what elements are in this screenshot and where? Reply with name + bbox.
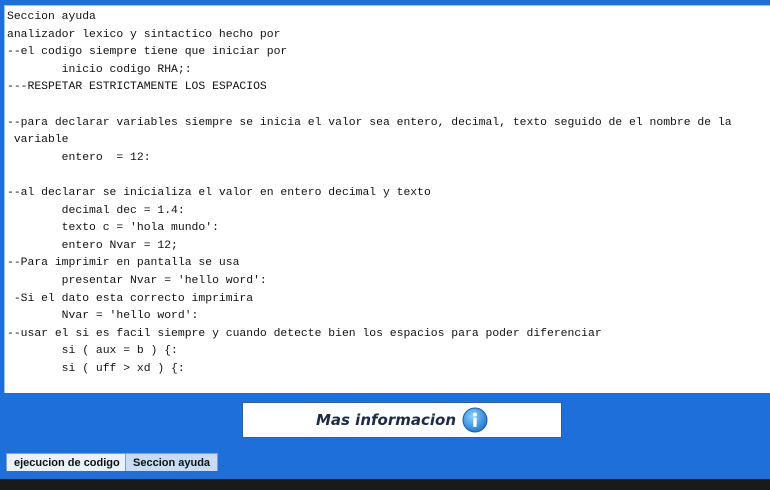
help-text-content: Seccion ayuda analizador lexico y sintac… xyxy=(7,11,732,375)
more-info-button[interactable]: Mas informacion xyxy=(242,402,562,438)
tab-bar: ejecucion de codigo Seccion ayuda xyxy=(0,453,770,479)
info-icon xyxy=(462,407,488,433)
help-text-area[interactable]: Seccion ayuda analizador lexico y sintac… xyxy=(4,5,770,393)
more-info-label: Mas informacion xyxy=(315,411,457,429)
tab-ejecucion-de-codigo[interactable]: ejecucion de codigo xyxy=(6,453,128,471)
bottom-bar xyxy=(0,479,770,490)
tab-seccion-ayuda[interactable]: Seccion ayuda xyxy=(125,453,219,471)
